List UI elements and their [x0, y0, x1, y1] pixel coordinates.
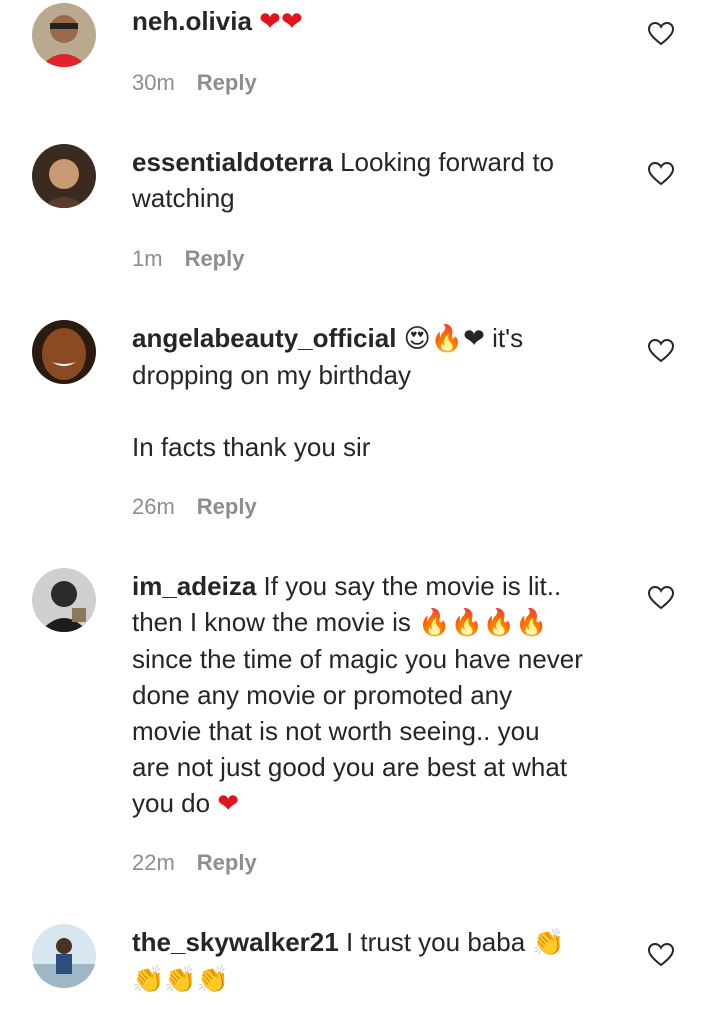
- comment-meta: 26m Reply: [132, 494, 257, 520]
- comment-username[interactable]: the_skywalker21: [132, 927, 339, 957]
- reply-button[interactable]: Reply: [197, 70, 257, 95]
- comment-time: 30m: [132, 70, 175, 95]
- comment-username[interactable]: angelabeauty_official: [132, 323, 396, 353]
- reply-button[interactable]: Reply: [197, 494, 257, 519]
- comment-meta: 22m Reply: [132, 850, 257, 876]
- heart-emoji: ❤: [217, 789, 240, 819]
- like-heart-icon[interactable]: [647, 21, 675, 46]
- avatar[interactable]: [32, 924, 96, 988]
- comment-text: im_adeiza If you say the movie is lit.. …: [132, 571, 583, 819]
- comment-username[interactable]: neh.olivia: [132, 6, 252, 36]
- emoji-group: 😍🔥❤: [403, 324, 485, 354]
- like-heart-icon[interactable]: [647, 338, 675, 363]
- comment-time: 1m: [132, 246, 163, 271]
- avatar[interactable]: [32, 3, 96, 67]
- comment-meta: 1m Reply: [132, 246, 244, 272]
- comment-meta: 30m Reply: [132, 70, 257, 96]
- comment-time: 22m: [132, 850, 175, 875]
- reply-button[interactable]: Reply: [197, 850, 257, 875]
- like-heart-icon[interactable]: [647, 942, 675, 967]
- avatar[interactable]: [32, 568, 96, 632]
- avatar[interactable]: [32, 320, 96, 384]
- avatar[interactable]: [32, 144, 96, 208]
- reply-button[interactable]: Reply: [185, 246, 245, 271]
- comment-username[interactable]: essentialdoterra: [132, 147, 333, 177]
- comment-text: neh.olivia ❤❤: [132, 3, 632, 40]
- comment-time: 26m: [132, 494, 175, 519]
- like-heart-icon[interactable]: [647, 161, 675, 186]
- comment-text: essentialdoterra Looking forward to watc…: [132, 147, 555, 213]
- heart-emoji: ❤❤: [259, 7, 303, 37]
- like-heart-icon[interactable]: [647, 585, 675, 610]
- comment-username[interactable]: im_adeiza: [132, 571, 256, 601]
- comment-text: angelabeauty_official 😍🔥❤ it's dropping …: [132, 323, 524, 462]
- fire-emoji-group: 🔥🔥🔥🔥: [418, 608, 548, 638]
- comment-text: the_skywalker21 I trust you baba 👏 👏👏👏: [132, 927, 565, 995]
